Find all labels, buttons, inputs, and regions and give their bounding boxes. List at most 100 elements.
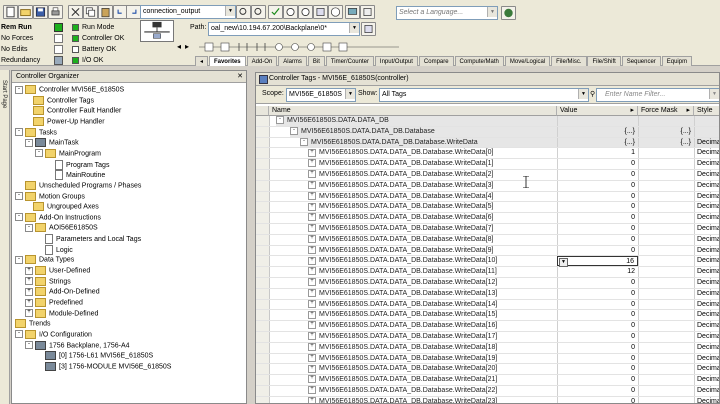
tag-style-cell[interactable]: Decimal bbox=[694, 224, 719, 234]
tag-value-cell[interactable]: 0 bbox=[557, 213, 638, 223]
tag-value-cell[interactable]: 0 bbox=[557, 310, 638, 321]
tag-row[interactable]: + MVI56E61850S.DATA.DATA_DB.Database.Writ… bbox=[256, 288, 719, 300]
organizer-item[interactable]: Unscheduled Programs / Phases bbox=[25, 180, 141, 191]
monitor-icon[interactable] bbox=[345, 5, 360, 19]
tag-style-cell[interactable]: Decimal bbox=[694, 148, 719, 159]
row-selector[interactable] bbox=[256, 364, 270, 375]
tag-value-cell[interactable]: 0 bbox=[557, 375, 638, 385]
tag-style-cell[interactable]: Decimal bbox=[694, 321, 719, 331]
tag-force-mask-cell[interactable] bbox=[638, 396, 694, 403]
collapse-icon[interactable]: - bbox=[25, 341, 33, 350]
properties-icon[interactable] bbox=[360, 5, 375, 19]
tag-row[interactable]: + MVI56E61850S.DATA.DATA_DB.Database.Writ… bbox=[256, 299, 719, 311]
tag-force-mask-cell[interactable] bbox=[638, 256, 694, 267]
tag-row[interactable]: - MVI56E61850S.DATA.DATA_DB.Database.Writ… bbox=[256, 137, 719, 149]
tag-row[interactable]: + MVI56E61850S.DATA.DATA_DB.Database.Writ… bbox=[256, 310, 719, 322]
row-selector[interactable] bbox=[256, 332, 270, 342]
new-file-icon[interactable] bbox=[3, 5, 18, 19]
organizer-item[interactable]: - Add-On Instructions bbox=[15, 212, 101, 223]
tag-value-cell[interactable]: 0 bbox=[557, 278, 638, 288]
expand-icon[interactable]: + bbox=[308, 180, 316, 189]
row-selector[interactable] bbox=[256, 137, 270, 148]
tag-value-cell[interactable]: 0 bbox=[557, 202, 638, 213]
tag-style-cell[interactable]: Decimal bbox=[694, 245, 719, 256]
chevron-down-icon[interactable]: ▼ bbox=[487, 7, 497, 17]
expand-icon[interactable]: + bbox=[308, 396, 316, 403]
tag-style-cell[interactable]: Decimal bbox=[694, 278, 719, 288]
tag-row[interactable]: + MVI56E61850S.DATA.DATA_DB.Database.Writ… bbox=[256, 191, 719, 203]
tag-row[interactable]: + MVI56E61850S.DATA.DATA_DB.Database.Writ… bbox=[256, 342, 719, 354]
tag-value-cell[interactable]: 0 bbox=[557, 299, 638, 310]
show-select[interactable]: All Tags ▼ bbox=[379, 88, 589, 102]
row-selector[interactable] bbox=[256, 170, 270, 180]
tag-force-mask-cell[interactable] bbox=[638, 224, 694, 234]
chevron-down-icon[interactable]: ▼ bbox=[225, 6, 235, 16]
tag-row[interactable]: + MVI56E61850S.DATA.DATA_DB.Database.Writ… bbox=[256, 278, 719, 289]
tab-input-output[interactable]: Input/Output bbox=[374, 56, 418, 66]
row-selector[interactable] bbox=[256, 159, 270, 169]
collapse-icon[interactable]: - bbox=[15, 255, 23, 264]
row-selector[interactable] bbox=[256, 213, 270, 223]
column-header-force-mask[interactable]: Force Mask ▸ bbox=[638, 106, 694, 116]
palette-right-icon[interactable]: ▸ bbox=[185, 42, 189, 51]
expand-icon[interactable]: + bbox=[308, 321, 316, 330]
expand-icon[interactable]: + bbox=[308, 202, 316, 211]
tag-force-mask-cell[interactable] bbox=[638, 148, 694, 159]
tag-row[interactable]: - MVI56E61850S.DATA.DATA_DB.Database {...}… bbox=[256, 126, 719, 138]
help-icon[interactable] bbox=[328, 5, 343, 19]
expand-icon[interactable]: + bbox=[308, 375, 316, 384]
tab-bit[interactable]: Bit bbox=[307, 56, 325, 66]
organizer-item[interactable]: - MainProgram bbox=[35, 148, 101, 159]
organizer-item[interactable]: + Add-On-Defined bbox=[25, 287, 100, 297]
organizer-item[interactable]: - I/O Configuration bbox=[15, 329, 92, 340]
tag-row[interactable]: + MVI56E61850S.DATA.DATA_DB.Database.Writ… bbox=[256, 180, 719, 192]
organizer-item[interactable]: MainRoutine bbox=[55, 170, 105, 181]
tag-value-cell[interactable]: 0 bbox=[557, 224, 638, 234]
tag-force-mask-cell[interactable]: {...} bbox=[638, 137, 694, 148]
organizer-item[interactable]: Power-Up Handler bbox=[33, 116, 105, 127]
tag-value-cell[interactable]: 0 bbox=[557, 396, 638, 403]
organizer-item[interactable]: [0] 1756-L61 MVI56E_61850S bbox=[45, 351, 153, 361]
collapse-icon[interactable]: - bbox=[15, 213, 23, 222]
tag-style-cell[interactable]: Decimal bbox=[694, 342, 719, 353]
tag-value-cell[interactable]: 0 bbox=[557, 321, 638, 331]
tag-row[interactable]: + MVI56E61850S.DATA.DATA_DB.Database.Writ… bbox=[256, 386, 719, 397]
close-icon[interactable]: ✕ bbox=[237, 71, 243, 82]
expand-icon[interactable]: + bbox=[308, 288, 316, 297]
row-selector[interactable] bbox=[256, 386, 270, 396]
tag-value-cell[interactable]: 0 bbox=[557, 332, 638, 342]
row-selector[interactable] bbox=[256, 321, 270, 331]
organizer-item[interactable]: + Strings bbox=[25, 276, 71, 287]
copy-icon[interactable] bbox=[83, 5, 98, 19]
tag-style-cell[interactable]: Decimal bbox=[694, 213, 719, 223]
collapse-icon[interactable]: - bbox=[290, 126, 298, 135]
tab-file-shift[interactable]: File/Shift bbox=[587, 56, 621, 66]
language-go-icon[interactable] bbox=[501, 6, 516, 20]
expand-icon[interactable]: + bbox=[308, 159, 316, 168]
row-selector[interactable] bbox=[256, 267, 270, 277]
tag-style-cell[interactable]: Decimal bbox=[694, 267, 719, 277]
tab-compute-math[interactable]: Compute/Math bbox=[454, 56, 504, 66]
tag-value-cell[interactable]: 0 bbox=[557, 364, 638, 375]
tag-force-mask-cell[interactable] bbox=[638, 202, 694, 213]
tag-row[interactable]: + MVI56E61850S.DATA.DATA_DB.Database.Writ… bbox=[256, 213, 719, 224]
tag-value-cell[interactable]: {...} bbox=[557, 126, 638, 137]
save-icon[interactable] bbox=[33, 5, 48, 19]
tag-style-cell[interactable] bbox=[694, 126, 719, 137]
find-icon[interactable] bbox=[236, 5, 251, 19]
tag-value-cell[interactable]: 0 bbox=[557, 170, 638, 180]
column-header-name[interactable]: Name bbox=[269, 106, 557, 116]
tag-force-mask-cell[interactable] bbox=[638, 386, 694, 396]
tag-force-mask-cell[interactable]: {...} bbox=[638, 126, 694, 137]
organizer-item[interactable]: Trends bbox=[15, 319, 51, 329]
expand-icon[interactable]: + bbox=[308, 267, 316, 276]
expand-icon[interactable]: + bbox=[25, 277, 33, 286]
chevron-down-icon[interactable]: ▼ bbox=[578, 89, 588, 99]
cross-reference-icon[interactable] bbox=[313, 5, 328, 19]
organizer-item[interactable]: - Motion Groups bbox=[15, 191, 85, 202]
row-selector[interactable] bbox=[256, 299, 270, 310]
organizer-item[interactable]: Program Tags bbox=[55, 159, 109, 170]
tag-value-cell[interactable]: 0 bbox=[557, 180, 638, 191]
collapse-icon[interactable]: - bbox=[15, 330, 23, 339]
tag-force-mask-cell[interactable] bbox=[638, 278, 694, 288]
